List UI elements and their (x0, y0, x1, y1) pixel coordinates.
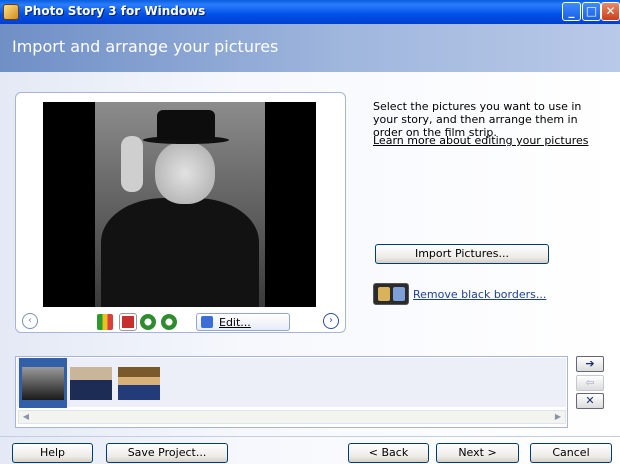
preview-panel: ‹ Edit... › (15, 92, 346, 333)
save-project-button[interactable]: Save Project... (106, 443, 228, 463)
minimize-button[interactable]: _ (562, 2, 581, 21)
move-left-button[interactable]: ⇦ (576, 375, 604, 391)
close-button[interactable]: ✕ (601, 2, 620, 21)
film-strip-track (17, 358, 566, 408)
back-button[interactable]: < Back (348, 443, 429, 463)
film-strip-scrollbar[interactable]: ◀ ▶ (18, 410, 566, 424)
thumbnail-2[interactable] (70, 367, 112, 400)
thumbnail-1[interactable] (22, 367, 64, 400)
photo-image (95, 102, 265, 307)
move-right-button[interactable]: ➔ (576, 356, 604, 372)
remove-borders-icon[interactable] (373, 283, 409, 305)
photo-coat-shape (101, 198, 259, 307)
rotate-left-icon[interactable] (140, 314, 156, 330)
levels-icon[interactable] (97, 314, 113, 330)
window-title: Photo Story 3 for Windows (24, 4, 206, 18)
photo-hand-shape (121, 136, 143, 192)
learn-more-link[interactable]: Learn more about editing your pictures (373, 134, 588, 147)
page-title: Import and arrange your pictures (12, 37, 279, 56)
title-bar: Photo Story 3 for Windows _ □ ✕ (0, 0, 620, 24)
film-strip: ◀ ▶ (15, 356, 568, 428)
import-pictures-button[interactable]: Import Pictures... (375, 244, 549, 264)
next-picture-button[interactable]: › (323, 313, 339, 329)
photo-face-shape (155, 142, 215, 204)
scroll-right-icon[interactable]: ▶ (551, 411, 565, 423)
maximize-button[interactable]: □ (582, 2, 601, 21)
red-eye-icon[interactable] (119, 313, 137, 331)
edit-button[interactable]: Edit... (196, 313, 290, 331)
remove-borders-link[interactable]: Remove black borders... (413, 288, 546, 301)
preview-toolbar: ‹ Edit... › (16, 313, 345, 333)
app-icon[interactable] (3, 4, 19, 20)
next-button[interactable]: Next > (436, 443, 519, 463)
page-header: Import and arrange your pictures (0, 24, 620, 72)
rotate-right-icon[interactable] (161, 314, 177, 330)
edit-label: Edit... (219, 316, 251, 329)
remove-picture-button[interactable]: ✕ (576, 393, 604, 409)
edit-icon (201, 316, 213, 328)
previous-picture-button[interactable]: ‹ (22, 313, 38, 329)
help-button[interactable]: Help (12, 443, 93, 463)
scroll-left-icon[interactable]: ◀ (19, 411, 33, 423)
cancel-button[interactable]: Cancel (530, 443, 612, 463)
footer-divider (0, 436, 620, 437)
photo-preview (43, 102, 316, 307)
photo-hat-shape (157, 110, 215, 140)
thumbnail-3[interactable] (118, 367, 160, 400)
